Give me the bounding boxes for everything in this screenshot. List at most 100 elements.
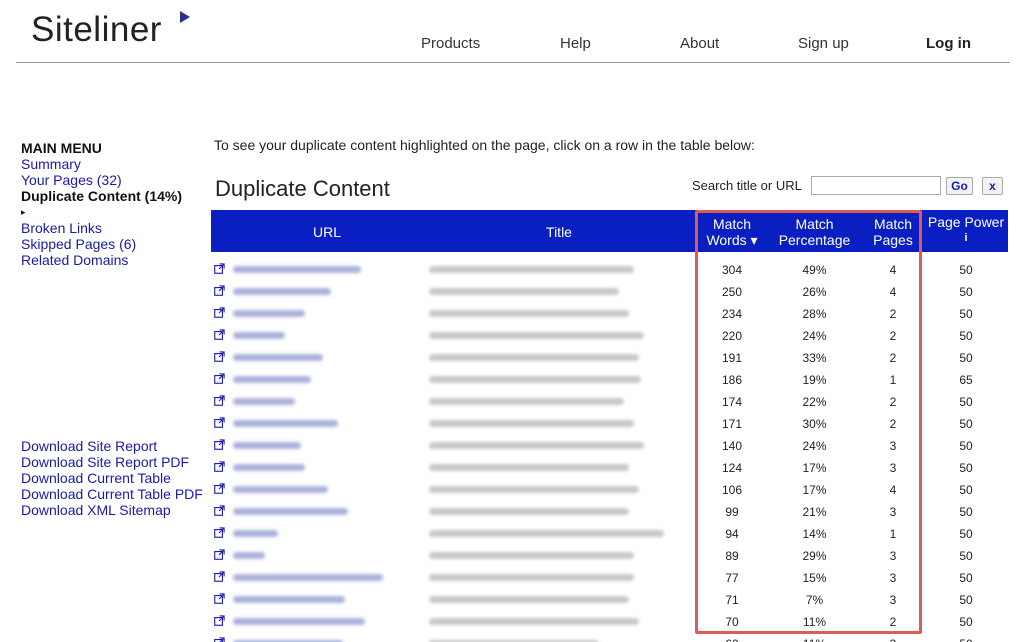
external-link-icon[interactable] <box>214 505 225 516</box>
nav-products-link[interactable]: Products <box>421 35 480 52</box>
table-row[interactable]: 140 24% 3 50 <box>211 436 1008 458</box>
external-link-icon[interactable] <box>214 615 225 626</box>
url-cell-redacted[interactable] <box>233 574 383 581</box>
download-current-table-link[interactable]: Download Current Table <box>21 470 211 486</box>
sidebar-item-related-domains[interactable]: Related Domains <box>21 252 201 268</box>
url-cell-redacted[interactable] <box>233 310 305 317</box>
column-header-match-percentage[interactable]: Match Percentage <box>772 216 857 248</box>
table-row[interactable]: 77 15% 3 50 <box>211 568 1008 590</box>
external-link-icon[interactable] <box>214 439 225 450</box>
url-cell-redacted[interactable] <box>233 442 301 449</box>
page-power-cell: 50 <box>959 395 973 409</box>
external-link-icon[interactable] <box>214 593 225 604</box>
download-site-report-pdf-link[interactable]: Download Site Report PDF <box>21 454 211 470</box>
url-cell-redacted[interactable] <box>233 486 328 493</box>
url-cell-redacted[interactable] <box>233 354 323 361</box>
table-row[interactable]: 250 26% 4 50 <box>211 282 1008 304</box>
url-cell-redacted[interactable] <box>233 530 278 537</box>
title-cell-redacted <box>429 398 624 405</box>
match-words-cell: 89 <box>725 549 739 563</box>
table-row[interactable]: 106 17% 4 50 <box>211 480 1008 502</box>
match-words-cell: 106 <box>721 483 743 497</box>
url-cell-redacted[interactable] <box>233 508 348 515</box>
table-row[interactable]: 220 24% 2 50 <box>211 326 1008 348</box>
external-link-icon[interactable] <box>214 483 225 494</box>
external-link-icon[interactable] <box>214 263 225 274</box>
sidebar-item-duplicate-content[interactable]: Duplicate Content (14%) <box>21 188 201 204</box>
go-button[interactable]: Go <box>946 177 973 195</box>
sidebar-item-skipped-pages[interactable]: Skipped Pages (6) <box>21 236 201 252</box>
page-power-cell: 65 <box>959 373 973 387</box>
download-xml-sitemap-link[interactable]: Download XML Sitemap <box>21 502 211 518</box>
column-header-page-power[interactable]: Page Power <box>925 214 1007 230</box>
page-power-cell: 50 <box>925 637 1007 642</box>
external-link-icon[interactable] <box>214 571 225 582</box>
url-cell-redacted[interactable] <box>233 552 265 559</box>
table-row[interactable]: 186 19% 1 65 <box>211 370 1008 392</box>
url-cell-redacted[interactable] <box>233 596 345 603</box>
nav-login-link[interactable]: Log in <box>926 35 971 52</box>
clear-search-button[interactable]: x <box>982 177 1003 195</box>
download-site-report-link[interactable]: Download Site Report <box>21 438 211 454</box>
page-power-cell: 50 <box>959 461 973 475</box>
table-row[interactable]: 60 11% 3 50 <box>211 634 1008 642</box>
match-percentage-cell: 26% <box>802 285 827 299</box>
table-row[interactable]: 234 28% 2 50 <box>211 304 1008 326</box>
download-current-table-pdf-link[interactable]: Download Current Table PDF <box>21 486 211 502</box>
match-pages-cell: 1 <box>889 373 897 387</box>
external-link-icon[interactable] <box>214 329 225 340</box>
match-pages-cell: 3 <box>889 549 897 563</box>
external-link-icon[interactable] <box>214 527 225 538</box>
table-row[interactable]: 70 11% 2 50 <box>211 612 1008 634</box>
table-row[interactable]: 191 33% 2 50 <box>211 348 1008 370</box>
sidebar-item-broken-links[interactable]: Broken Links <box>21 220 201 236</box>
external-link-icon[interactable] <box>214 461 225 472</box>
sidebar-main-menu: MAIN MENU Summary Your Pages (32) Duplic… <box>21 140 201 268</box>
table-row[interactable]: 304 49% 4 50 <box>211 260 1008 282</box>
nav-help-link[interactable]: Help <box>560 35 591 52</box>
table-row[interactable]: 124 17% 3 50 <box>211 458 1008 480</box>
match-percentage-cell: 7% <box>805 593 824 607</box>
url-cell-redacted[interactable] <box>233 376 311 383</box>
external-link-icon[interactable] <box>214 549 225 560</box>
search-input[interactable] <box>811 176 941 195</box>
match-pages-cell: 2 <box>889 417 897 431</box>
table-row[interactable]: 94 14% 1 50 <box>211 524 1008 546</box>
external-link-icon[interactable] <box>214 285 225 296</box>
title-cell-redacted <box>429 354 639 361</box>
nav-about-link[interactable]: About <box>680 35 719 52</box>
title-cell-redacted <box>429 442 644 449</box>
table-row[interactable]: 174 22% 2 50 <box>211 392 1008 414</box>
column-header-match-pages[interactable]: Match Pages <box>865 216 921 248</box>
url-cell-redacted[interactable] <box>233 618 365 625</box>
page-power-cell: 50 <box>959 307 973 321</box>
table-row[interactable]: 71 7% 3 50 <box>211 590 1008 612</box>
url-cell-redacted[interactable] <box>233 398 295 405</box>
external-link-icon[interactable] <box>214 307 225 318</box>
sidebar-active-arrow-icon: ▸ <box>21 207 26 217</box>
sidebar-item-summary[interactable]: Summary <box>21 156 201 172</box>
sidebar-item-your-pages[interactable]: Your Pages (32) <box>21 172 201 188</box>
external-link-icon[interactable] <box>214 637 225 642</box>
url-cell-redacted[interactable] <box>233 266 361 273</box>
column-header-url[interactable]: URL <box>211 224 443 240</box>
url-cell-redacted[interactable] <box>233 288 331 295</box>
table-row[interactable]: 89 29% 3 50 <box>211 546 1008 568</box>
match-pages-cell: 3 <box>889 461 897 475</box>
table-row[interactable]: 99 21% 3 50 <box>211 502 1008 524</box>
match-words-cell: 99 <box>725 505 739 519</box>
column-header-match-words[interactable]: Match Words ▾ <box>699 216 765 248</box>
external-link-icon[interactable] <box>214 351 225 362</box>
page-power-info-icon[interactable]: i <box>925 230 1007 246</box>
url-cell-redacted[interactable] <box>233 332 285 339</box>
nav-signup-link[interactable]: Sign up <box>798 35 849 52</box>
url-cell-redacted[interactable] <box>233 464 305 471</box>
match-percentage-cell: 24% <box>802 329 827 343</box>
column-header-title[interactable]: Title <box>443 224 675 240</box>
table-row[interactable]: 171 30% 2 50 <box>211 414 1008 436</box>
external-link-icon[interactable] <box>214 373 225 384</box>
external-link-icon[interactable] <box>214 417 225 428</box>
url-cell-redacted[interactable] <box>233 420 338 427</box>
external-link-icon[interactable] <box>214 395 225 406</box>
page-power-cell: 50 <box>959 439 973 453</box>
